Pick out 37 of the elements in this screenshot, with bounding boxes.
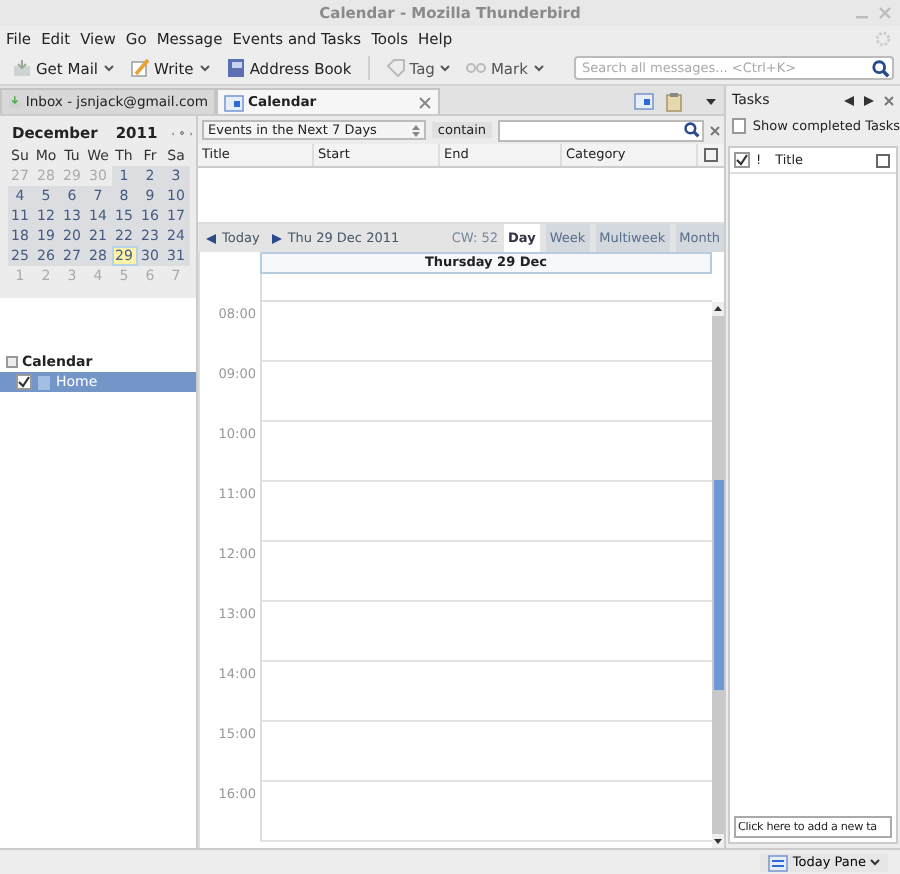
scrollbar[interactable] bbox=[712, 302, 724, 848]
close-icon[interactable] bbox=[418, 95, 432, 109]
dropdown-arrow-icon[interactable] bbox=[706, 97, 716, 105]
spinner-arrows-icon bbox=[411, 123, 420, 137]
scroll-down-icon[interactable] bbox=[712, 834, 724, 848]
address-book-icon bbox=[225, 58, 246, 78]
glasses-icon bbox=[466, 60, 487, 76]
tag-icon bbox=[385, 58, 406, 78]
collapse-icon[interactable] bbox=[6, 356, 18, 368]
inbox-icon bbox=[12, 58, 32, 78]
chevron-down-icon bbox=[199, 64, 210, 72]
close-icon[interactable] bbox=[710, 125, 720, 135]
close-icon[interactable] bbox=[884, 95, 894, 105]
previous-pane-icon[interactable] bbox=[844, 95, 854, 105]
calendar-color-swatch bbox=[38, 375, 50, 389]
checkbox[interactable] bbox=[732, 118, 747, 134]
previous-day-icon[interactable] bbox=[206, 233, 216, 243]
clipboard-icon[interactable] bbox=[666, 91, 682, 111]
scroll-up-icon[interactable] bbox=[712, 302, 724, 316]
next-pane-icon[interactable] bbox=[864, 95, 874, 105]
calendar-icon bbox=[224, 93, 244, 111]
chevron-down-icon bbox=[870, 858, 880, 866]
checkbox[interactable] bbox=[16, 374, 32, 390]
chevron-down-icon bbox=[440, 64, 451, 72]
search-icon[interactable] bbox=[684, 122, 700, 138]
column-picker-icon[interactable] bbox=[704, 148, 718, 162]
minimize-icon[interactable] bbox=[856, 16, 868, 20]
chevron-down-icon bbox=[533, 64, 544, 72]
event-search-field[interactable] bbox=[498, 119, 704, 141]
pencil-icon bbox=[130, 58, 150, 78]
inbox-icon bbox=[8, 93, 22, 111]
completed-column-icon[interactable] bbox=[734, 152, 750, 168]
chevron-down-icon bbox=[104, 64, 114, 72]
column-picker-icon[interactable] bbox=[876, 153, 890, 167]
calendar-icon[interactable] bbox=[634, 92, 654, 110]
next-day-icon[interactable] bbox=[271, 233, 282, 243]
close-icon[interactable] bbox=[878, 6, 892, 20]
